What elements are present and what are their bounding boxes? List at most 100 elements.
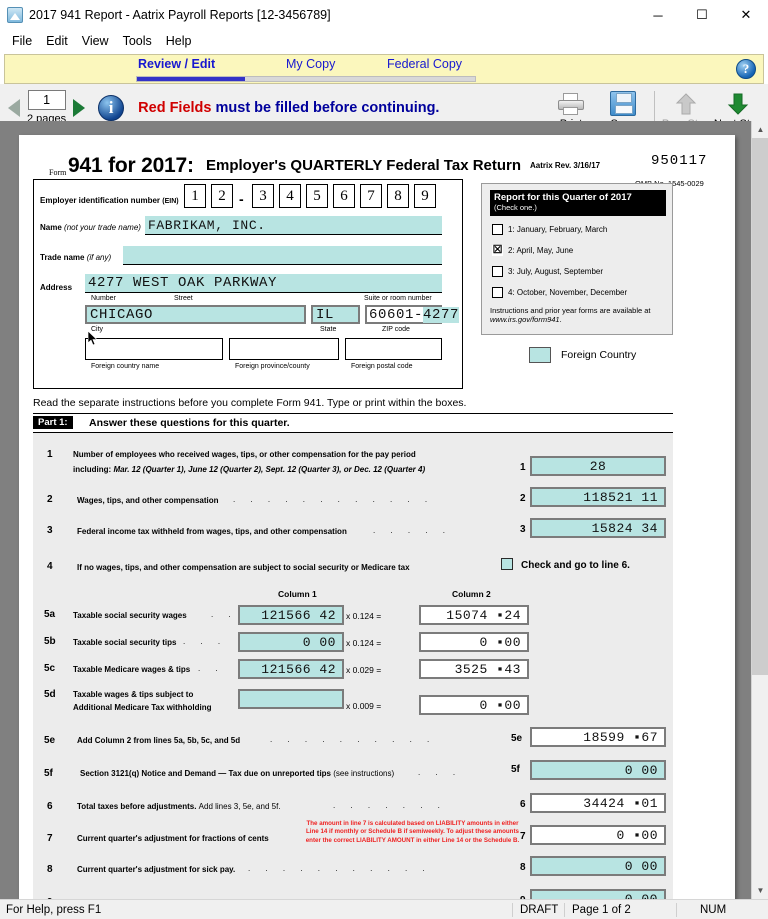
maximize-button[interactable]: ☐ <box>680 0 724 30</box>
line-1-text-a: Number of employees who received wages, … <box>73 450 416 459</box>
foreign-country-field[interactable] <box>85 338 223 360</box>
city-field[interactable]: CHICAGO <box>85 305 306 324</box>
aatrix-revision-label: Aatrix Rev. 3/16/17 <box>530 161 601 170</box>
line-5d-col2: 0 ▪00 <box>419 695 529 715</box>
trade-name-field[interactable] <box>123 246 442 265</box>
minimize-button[interactable]: ─ <box>636 0 680 30</box>
line-3-number: 3 <box>47 525 53 536</box>
quarter-option-3[interactable]: 3: July, August, September <box>492 266 603 277</box>
ein-label-main: Employer identification number <box>40 196 161 205</box>
ein-digit-6[interactable]: 6 <box>333 184 355 208</box>
foreign-country-legend: Foreign Country <box>529 347 636 363</box>
line-5b-number: 5b <box>44 636 56 647</box>
address-field[interactable]: 4277 WEST OAK PARKWAY <box>85 274 442 293</box>
read-instructions-line: Read the separate instructions before yo… <box>33 397 467 409</box>
menu-tools[interactable]: Tools <box>116 32 159 50</box>
quarter-1-checkbox[interactable] <box>492 224 503 235</box>
line-3-amount-number: 3 <box>520 524 526 535</box>
line-4-checkbox[interactable] <box>501 558 513 570</box>
line-5b-col1[interactable]: 0 00 <box>238 632 344 652</box>
line-7-number: 7 <box>47 833 53 844</box>
quarter-option-1[interactable]: 1: January, February, March <box>492 224 607 235</box>
line-5f-see-instructions: (see instructions) <box>333 769 395 778</box>
menu-view[interactable]: View <box>75 32 116 50</box>
quarter-3-checkbox[interactable] <box>492 266 503 277</box>
ein-digit-7[interactable]: 7 <box>360 184 382 208</box>
ein-digit-2[interactable]: 2 <box>211 184 233 208</box>
quarter-option-2[interactable]: ☒ 2: April, May, June <box>492 245 573 256</box>
quarter-1-label: 1: January, February, March <box>508 225 608 234</box>
close-button[interactable]: ✕ <box>724 0 768 30</box>
ein-digit-8[interactable]: 8 <box>387 184 409 208</box>
foreign-province-field[interactable] <box>229 338 339 360</box>
name-field[interactable]: FABRIKAM, INC. <box>145 216 442 235</box>
ein-digit-5[interactable]: 5 <box>306 184 328 208</box>
menu-help[interactable]: Help <box>159 32 199 50</box>
status-page-indicator: Page 1 of 2 <box>572 903 631 916</box>
line-5e-value: 18599 ▪67 <box>530 727 666 747</box>
scroll-down-button[interactable]: ▼ <box>752 882 768 899</box>
menu-edit[interactable]: Edit <box>39 32 75 50</box>
warning-rest-text: must be filled before continuing. <box>211 99 440 116</box>
line-6-main: Total taxes before adjustments. <box>77 802 199 811</box>
quarter-3-label: 3: July, August, September <box>508 267 604 276</box>
quarter-4-checkbox[interactable] <box>492 287 503 298</box>
scrollbar-thumb[interactable] <box>752 138 768 675</box>
document-viewport[interactable]: Form 941 for 2017: Employer's QUARTERLY … <box>0 121 768 899</box>
line-5b-rate: x 0.124 = <box>346 638 382 648</box>
scroll-up-button[interactable]: ▲ <box>752 121 768 138</box>
status-help-text: For Help, press F1 <box>6 903 102 916</box>
line-3-text: Federal income tax withheld from wages, … <box>77 527 347 536</box>
foreign-country-legend-label: Foreign Country <box>561 349 637 361</box>
state-field[interactable]: IL <box>311 305 360 324</box>
quarter-title-bar: Report for this Quarter of 2017 (Check o… <box>490 190 666 216</box>
step-tabbar: Review / Edit My Copy Federal Copy ? <box>4 54 764 84</box>
quarter-option-4[interactable]: 4: October, November, December <box>492 287 627 298</box>
line-5d-col1[interactable] <box>238 689 344 709</box>
line-7-amount-number: 7 <box>520 831 526 842</box>
status-num-lock: NUM <box>700 903 727 916</box>
line-4-text: If no wages, tips, and other compensatio… <box>77 563 410 572</box>
address-label: Address <box>40 283 73 292</box>
quarter-note-period: . <box>559 315 562 325</box>
line-5c-col1[interactable]: 121566 42 <box>238 659 344 679</box>
line-3-value[interactable]: 15824 34 <box>530 518 666 538</box>
help-icon[interactable]: ? <box>736 59 756 79</box>
menu-file[interactable]: File <box>5 32 39 50</box>
ein-digit-3[interactable]: 3 <box>252 184 274 208</box>
menubar: File Edit View Tools Help <box>0 30 768 52</box>
line-5a-rate: x 0.124 = <box>346 611 382 621</box>
line-1-amount-number: 1 <box>520 462 526 473</box>
page-number-input[interactable] <box>27 90 66 110</box>
ein-digit-1[interactable]: 1 <box>184 184 206 208</box>
next-page-arrow-icon[interactable] <box>73 98 86 117</box>
ein-digit-9[interactable]: 9 <box>414 184 436 208</box>
line-2-number: 2 <box>47 494 53 505</box>
ein-digit-4[interactable]: 4 <box>279 184 301 208</box>
vertical-scrollbar[interactable]: ▲ ▼ <box>751 121 768 899</box>
step-progress-bar <box>136 76 476 82</box>
line-5a-text: Taxable social security wages <box>73 611 187 620</box>
tab-federal-copy[interactable]: Federal Copy <box>387 57 462 71</box>
foreign-postal-field[interactable] <box>345 338 442 360</box>
prev-page-arrow-icon[interactable] <box>8 98 20 117</box>
tab-review-edit[interactable]: Review / Edit <box>138 57 215 71</box>
window-titlebar: 2017 941 Report - Aatrix Payroll Reports… <box>0 0 768 30</box>
line-5f-value[interactable]: 0 00 <box>530 760 666 780</box>
mouse-cursor <box>88 331 98 346</box>
line-5a-col1[interactable]: 121566 42 <box>238 605 344 625</box>
line-5e-number: 5e <box>44 735 56 746</box>
next-step-arrow-icon <box>725 90 751 118</box>
line-8-value[interactable]: 0 00 <box>530 856 666 876</box>
line-2-value[interactable]: 118521 11 <box>530 487 666 507</box>
trade-label-italic: (if any) <box>86 253 112 262</box>
zip-field[interactable]: 60601-4277 <box>365 305 460 324</box>
tab-my-copy[interactable]: My Copy <box>286 57 335 71</box>
window-title: 2017 941 Report - Aatrix Payroll Reports… <box>29 8 331 22</box>
line-7-value: 0 ▪00 <box>530 825 666 845</box>
line-9-value[interactable]: 0 00 <box>530 889 666 899</box>
line-1-value[interactable]: 28 <box>530 456 666 476</box>
quarter-note-line2: available at <box>612 306 651 315</box>
quarter-2-checkbox[interactable]: ☒ <box>492 245 503 256</box>
form-title-rest: Employer's QUARTERLY Federal Tax Return <box>206 157 522 174</box>
